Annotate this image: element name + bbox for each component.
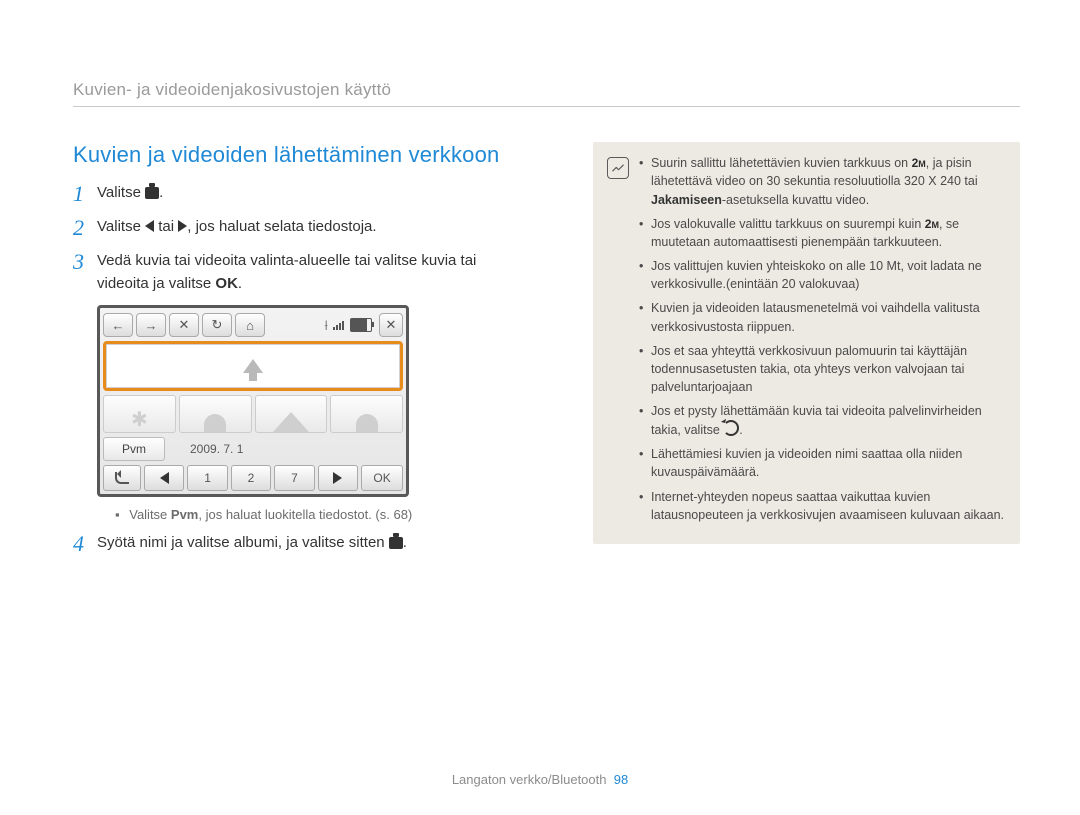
step-1-pre: Valitse [97,184,145,201]
upload-arrow-icon [243,359,263,373]
step-4-pre: Syötä nimi ja valitse albumi, ja valitse… [97,534,389,551]
home-button[interactable]: ⌂ [235,313,265,337]
sub-bullet-post: , jos haluat luokitella tiedostot. (s. 6… [198,507,412,522]
sub-bullet-strong: Pvm [171,507,198,522]
page-2[interactable]: 2 [231,465,271,491]
antenna-icon: ⟊ [324,317,328,334]
step-2-mid: tai [154,218,178,235]
info-list: Suurin sallittu lähetettävien kuvien tar… [639,154,1006,530]
date-filter-row: Pvm 2009. 7. 1 [103,437,403,461]
step-2-post: , jos haluat selata tiedostoja. [187,218,376,235]
step-3: 3 Vedä kuvia tai videoita valinta-alueel… [73,250,557,295]
left-column: Kuvien ja videoiden lähettäminen verkkoo… [73,142,557,567]
ok-button[interactable]: OK [361,465,403,491]
battery-icon [350,318,372,332]
info-item-4: Kuvien ja videoiden latausmenetelmä voi … [639,299,1006,335]
info-item-3: Jos valittujen kuvien yhteiskoko on alle… [639,257,1006,293]
chevron-left-icon [145,220,154,232]
step-number: 2 [73,216,93,240]
step-3-line1: Vedä kuvia tai videoita valinta-alueelle… [97,252,476,269]
right-column: Suurin sallittu lähetettävien kuvien tar… [593,142,1020,567]
thumbnail-row: ✱ [103,395,403,433]
info-item-1: Suurin sallittu lähetettävien kuvien tar… [639,154,1006,209]
step-2-body: Valitse tai , jos haluat selata tiedosto… [97,216,377,239]
info-item-8: Internet-yhteyden nopeus saattaa vaikutt… [639,488,1006,524]
device-bottom-bar: 1 2 7 OK [103,465,403,491]
signal-icon [333,320,343,330]
columns: Kuvien ja videoiden lähettäminen verkkoo… [73,142,1020,567]
page-header: Kuvien- ja videoidenjakosivustojen käytt… [73,80,1020,107]
step-4-post: . [403,534,407,551]
drop-zone[interactable] [103,341,403,391]
step-number: 3 [73,250,93,274]
step-1: 1 Valitse . [73,182,557,206]
step-number: 4 [73,532,93,556]
step-3-body: Vedä kuvia tai videoita valinta-alueelle… [97,250,476,295]
date-label: 2009. 7. 1 [168,437,403,461]
info-item-2: Jos valokuvalle valittu tarkkuus on suur… [639,215,1006,252]
footer-label: Langaton verkko/Bluetooth [452,772,607,787]
note-icon [607,157,629,179]
info-item-5: Jos et saa yhteyttä verkkosivuun palomuu… [639,342,1006,396]
close-x-button[interactable]: ✕ [379,313,403,337]
step-number: 1 [73,182,93,206]
sub-bullet: Valitse Pvm, jos haluat luokitella tiedo… [115,507,557,522]
thumb-person-1[interactable] [179,395,252,433]
upload-icon [145,187,159,199]
forward-button[interactable]: → [136,313,166,337]
step-1-body: Valitse . [97,182,163,205]
page-7[interactable]: 7 [274,465,314,491]
size-2m-icon: 2M [912,155,926,172]
thumb-palm[interactable]: ✱ [103,395,176,433]
info-item-6: Jos et pysty lähettämään kuvia tai video… [639,402,1006,439]
back-button[interactable]: ← [103,313,133,337]
return-button[interactable] [103,465,141,491]
step-4-body: Syötä nimi ja valitse albumi, ja valitse… [97,532,407,555]
info-item-7: Lähettämiesi kuvien ja videoiden nimi sa… [639,445,1006,481]
step-4: 4 Syötä nimi ja valitse albumi, ja valit… [73,532,557,556]
device-screenshot: ← → ✕ ↻ ⌂ ⟊ ✕ ✱ [97,305,409,497]
info-box: Suurin sallittu lähetettävien kuvien tar… [593,142,1020,544]
step-3-line2c: . [238,275,242,292]
page-1[interactable]: 1 [187,465,227,491]
step-1-post: . [159,184,163,201]
sub-bullet-pre: Valitse [129,507,171,522]
refresh-icon [723,420,739,436]
thumb-person-2[interactable] [330,395,403,433]
step-2-pre: Valitse [97,218,145,235]
step-3-line2a: videoita ja valitse [97,275,215,292]
close-button[interactable]: ✕ [169,313,199,337]
thumb-landscape[interactable] [255,395,328,433]
next-button[interactable] [318,465,358,491]
chevron-right-icon [178,220,187,232]
refresh-button[interactable]: ↻ [202,313,232,337]
device-toolbar: ← → ✕ ↻ ⌂ ⟊ ✕ [103,311,403,341]
prev-button[interactable] [144,465,184,491]
pvm-button[interactable]: Pvm [103,437,165,461]
step-3-ok: OK [215,275,238,292]
main-heading: Kuvien ja videoiden lähettäminen verkkoo… [73,142,557,168]
upload-icon [389,537,403,549]
page: Kuvien- ja videoidenjakosivustojen käytt… [0,0,1080,815]
page-footer: Langaton verkko/Bluetooth 98 [0,772,1080,787]
size-2m-icon: 2M [925,216,939,233]
step-2: 2 Valitse tai , jos haluat selata tiedos… [73,216,557,240]
footer-page-number: 98 [614,772,628,787]
